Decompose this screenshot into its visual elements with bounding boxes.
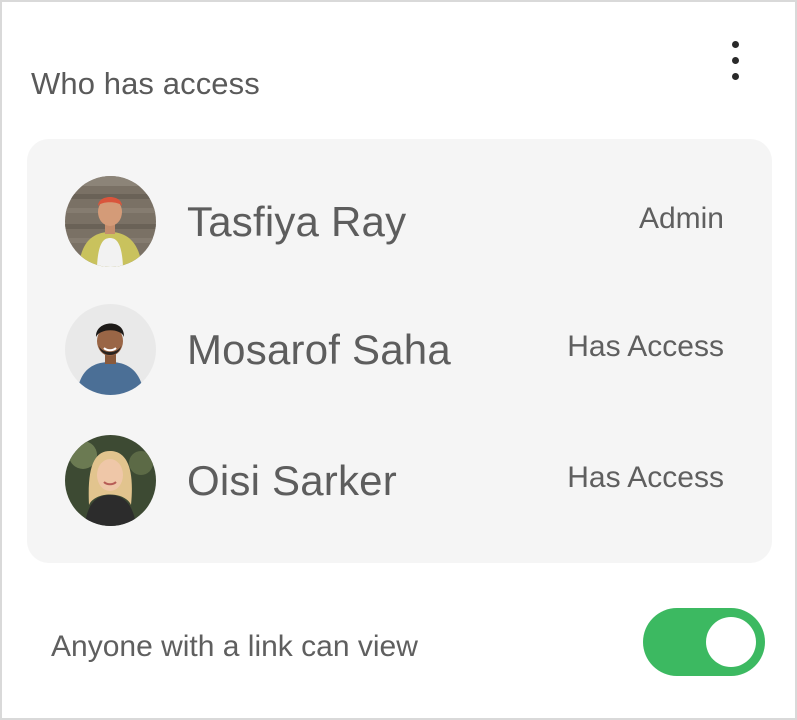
people-list: Tasfiya Ray Admin Mosarof Saha Has Acces… [27, 139, 772, 563]
person-row-oisi-sarker[interactable]: Oisi Sarker Has Access [27, 435, 772, 527]
person-name: Oisi Sarker [187, 457, 397, 504]
person-row-mosarof-saha[interactable]: Mosarof Saha Has Access [27, 304, 772, 396]
person-name: Tasfiya Ray [187, 198, 407, 245]
avatar [65, 435, 156, 526]
more-options-button[interactable] [718, 32, 752, 88]
link-sharing-label: Anyone with a link can view [51, 630, 418, 663]
person-row-tasfiya-ray[interactable]: Tasfiya Ray Admin [27, 176, 772, 268]
more-vertical-icon [731, 40, 739, 48]
access-level-label[interactable]: Admin [639, 202, 724, 236]
link-sharing-toggle[interactable] [643, 608, 765, 676]
access-level-label[interactable]: Has Access [567, 330, 724, 364]
card-title: Who has access [31, 66, 260, 101]
access-card: Who has access Tasfiya Ray Admin Mosarof… [0, 0, 797, 720]
more-vertical-icon-dot [731, 56, 739, 64]
toggle-knob [706, 617, 756, 667]
more-vertical-icon-dot [731, 72, 739, 80]
access-level-label[interactable]: Has Access [567, 461, 724, 495]
avatar [65, 176, 156, 267]
avatar [65, 304, 156, 395]
person-name: Mosarof Saha [187, 326, 451, 373]
